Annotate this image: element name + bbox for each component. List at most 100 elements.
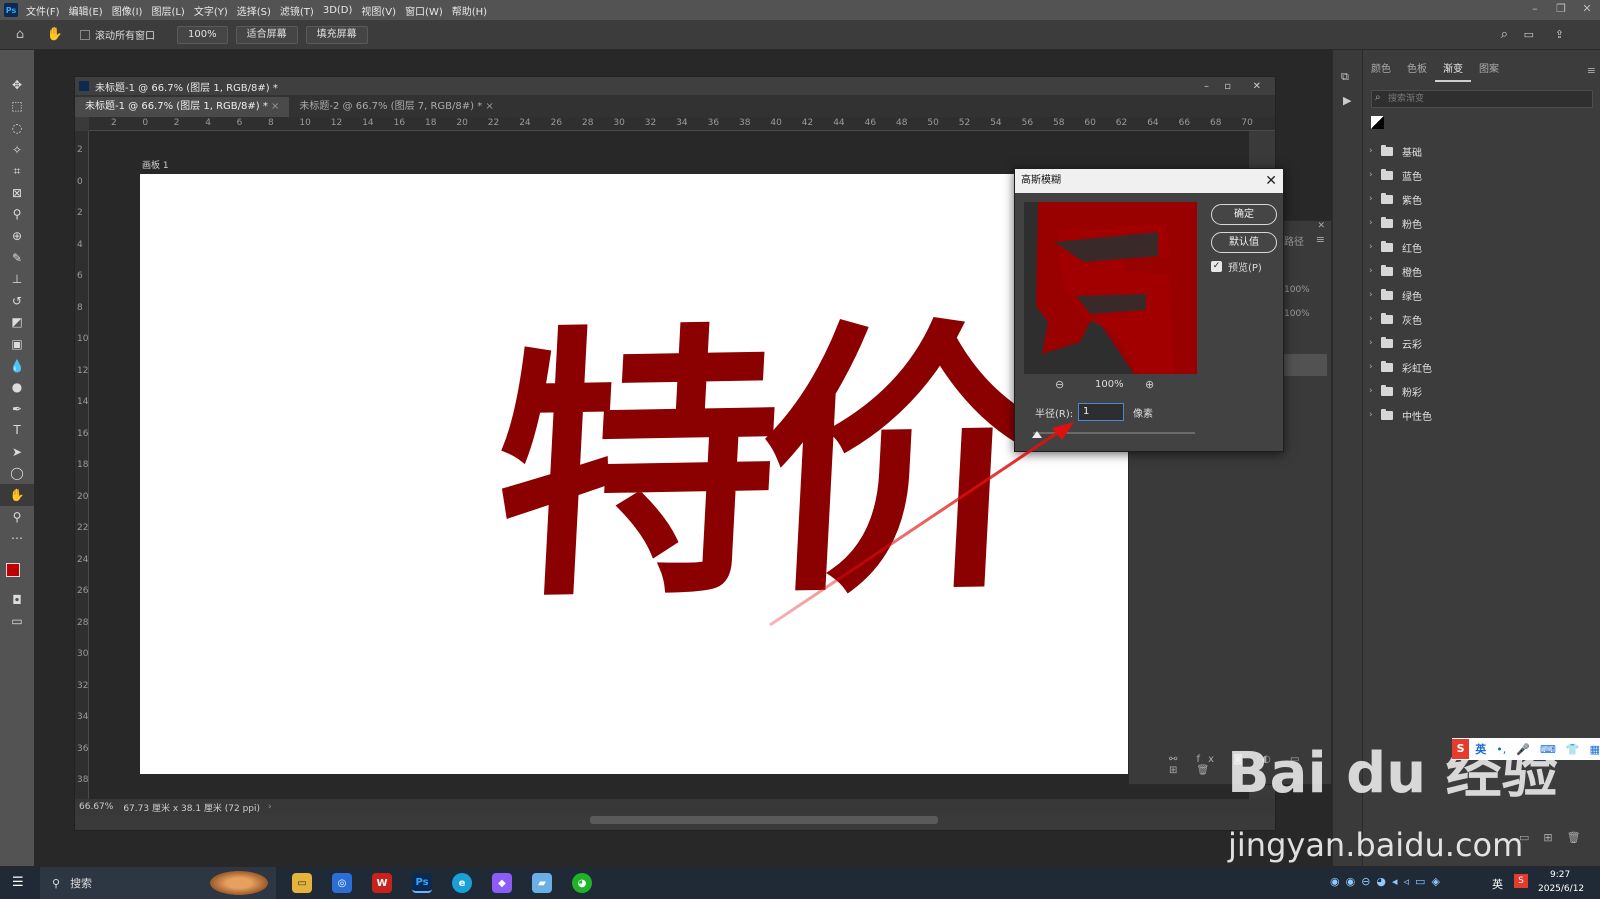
marquee-tool-icon[interactable]: ⬚ — [0, 96, 34, 118]
crop-tool-icon[interactable]: ⌗ — [0, 160, 34, 182]
menu-view[interactable]: 视图(V) — [361, 3, 396, 18]
tab-close-icon[interactable]: × — [271, 101, 279, 112]
blur-tool-icon[interactable]: 💧 — [0, 355, 34, 377]
tab-color[interactable]: 颜色 — [1363, 58, 1399, 82]
brush-tool-icon[interactable]: ✎ — [0, 247, 34, 269]
menu-layer[interactable]: 图层(L) — [151, 3, 184, 18]
taskbar-search[interactable]: ⚲ 搜索 — [40, 867, 276, 899]
artboard[interactable]: 特价 — [140, 174, 1129, 774]
punctuation-icon[interactable]: •, — [1496, 743, 1506, 756]
wechat-icon[interactable]: ◕ — [572, 873, 592, 893]
history-icon[interactable]: ⧉ — [1341, 70, 1349, 84]
folder-basics[interactable]: › 基础 — [1369, 140, 1422, 162]
default-button[interactable]: 默认值 — [1211, 232, 1277, 253]
magic-wand-icon[interactable]: ✧ — [0, 139, 34, 161]
wps-icon[interactable]: W — [372, 873, 392, 893]
workspace-icon[interactable]: ▭ — [1524, 28, 1534, 41]
folder-pinks[interactable]: › 粉色 — [1369, 212, 1422, 234]
radius-slider[interactable] — [1033, 432, 1195, 434]
fill-value[interactable]: 100% — [1284, 309, 1310, 319]
zoom-100-button[interactable]: 100% — [177, 25, 228, 44]
frame-tool-icon[interactable]: ⊠ — [0, 182, 34, 204]
close-icon[interactable]: ✕ — [1574, 0, 1600, 20]
ime-lang[interactable]: 英 — [1475, 741, 1486, 757]
folder-grays[interactable]: › 灰色 — [1369, 308, 1422, 330]
scroll-all-checkbox[interactable] — [80, 29, 90, 40]
blur-preview[interactable] — [1024, 202, 1197, 374]
dodge-tool-icon[interactable]: ● — [0, 376, 34, 398]
dialog-title[interactable]: 高斯模糊 — [1015, 169, 1283, 193]
menu-select[interactable]: 选择(S) — [237, 3, 271, 18]
home-icon[interactable]: ⌂ — [0, 27, 40, 42]
folder-greens[interactable]: › 绿色 — [1369, 284, 1422, 306]
folder-blues[interactable]: › 蓝色 — [1369, 164, 1422, 186]
menu-type[interactable]: 文字(Y) — [194, 3, 228, 18]
notes-icon[interactable]: ▰ — [532, 873, 552, 893]
gradient-search-input[interactable]: 搜索渐变 — [1371, 90, 1593, 108]
zoom-out-icon[interactable]: ⊖ — [1055, 378, 1064, 391]
ime-toolbar[interactable]: S 英 •, 🎤 ⌨ 👕 ▦ — [1452, 738, 1600, 760]
sogou-tray-icon[interactable]: S — [1514, 874, 1528, 888]
panel-close-icon[interactable]: ✕ — [1317, 221, 1325, 231]
hand-tool-active-icon[interactable]: ✋ — [0, 484, 34, 506]
folder-purples[interactable]: › 紫色 — [1369, 188, 1422, 210]
share-icon[interactable]: ⇪ — [1555, 28, 1564, 41]
horizontal-scrollbar[interactable] — [590, 816, 938, 824]
more-tools-icon[interactable]: ⋯ — [0, 527, 34, 549]
opacity-value[interactable]: 100% — [1284, 285, 1310, 295]
move-tool-icon[interactable]: ✥ — [0, 74, 34, 96]
healing-brush-icon[interactable]: ⊕ — [0, 225, 34, 247]
doc-minimize-icon[interactable]: – — [1204, 81, 1209, 92]
zoom-in-icon[interactable]: ⊕ — [1145, 378, 1154, 391]
preview-checkbox-row[interactable]: ✓ 预览(P) — [1211, 259, 1262, 274]
panel-menu-icon[interactable]: ≡ — [1587, 64, 1596, 77]
start-menu-icon[interactable]: ☰ — [12, 875, 24, 890]
zoom-tool-icon[interactable]: ⚲ — [0, 506, 34, 528]
microphone-icon[interactable]: 🎤 — [1516, 743, 1530, 756]
screen-mode-icon[interactable]: ▭ — [0, 611, 34, 633]
folder-neutrals[interactable]: › 中性色 — [1369, 404, 1432, 426]
folder-reds[interactable]: › 红色 — [1369, 236, 1422, 258]
menu-edit[interactable]: 编辑(E) — [69, 3, 103, 18]
radius-slider-handle[interactable] — [1032, 431, 1042, 438]
app-purple-icon[interactable]: ◆ — [492, 873, 512, 893]
tab-gradients[interactable]: 渐变 — [1435, 58, 1471, 82]
skin-icon[interactable]: 👕 — [1566, 743, 1580, 756]
ok-button[interactable]: 确定 — [1211, 204, 1277, 225]
menu-window[interactable]: 窗口(W) — [405, 3, 443, 18]
menu-filter[interactable]: 滤镜(T) — [280, 3, 314, 18]
pen-tool-icon[interactable]: ✒ — [0, 398, 34, 420]
actions-play-icon[interactable]: ▶ — [1343, 94, 1351, 107]
quick-mask-icon[interactable]: ◘ — [0, 589, 34, 611]
folder-clouds[interactable]: › 云彩 — [1369, 332, 1422, 354]
restore-icon[interactable]: ❐ — [1548, 0, 1574, 20]
toolbox-grid-icon[interactable]: ▦ — [1590, 743, 1600, 756]
tab-document-1[interactable]: 未标题-1 @ 66.7% (图层 1, RGB/8#) * × — [75, 97, 290, 117]
folder-rainbow[interactable]: › 彩虹色 — [1369, 356, 1432, 378]
eraser-tool-icon[interactable]: ◩ — [0, 312, 34, 334]
doc-maximize-icon[interactable]: ▫ — [1224, 81, 1231, 92]
tray-lang[interactable]: 英 — [1492, 876, 1503, 892]
type-tool-icon[interactable]: T — [0, 420, 34, 442]
fit-screen-button[interactable]: 适合屏幕 — [235, 25, 298, 44]
status-arrow-icon[interactable]: › — [268, 802, 272, 812]
panel-menu-icon[interactable]: ≡ — [1316, 233, 1325, 246]
tray-icons[interactable]: ◉◉⊖◕◂◃▭◈ — [1330, 875, 1446, 888]
foreground-color-swatch[interactable] — [6, 563, 20, 578]
keyboard-icon[interactable]: ⌨ — [1540, 743, 1556, 756]
paths-tab[interactable]: 路径 — [1284, 233, 1304, 248]
tab-document-2[interactable]: 未标题-2 @ 66.7% (图层 7, RGB/8#) * × — [289, 97, 503, 117]
eyedropper-icon[interactable]: ⚲ — [0, 204, 34, 226]
radius-input[interactable]: 1 — [1078, 403, 1124, 421]
history-brush-icon[interactable]: ↺ — [0, 290, 34, 312]
selected-layer-row[interactable] — [1279, 354, 1327, 376]
menu-3d[interactable]: 3D(D) — [323, 5, 353, 16]
tab-swatches[interactable]: 色板 — [1399, 58, 1435, 82]
file-explorer-icon[interactable]: ▭ — [292, 873, 312, 893]
stamp-tool-icon[interactable]: ⊥ — [0, 268, 34, 290]
edge-icon[interactable]: e — [452, 873, 472, 893]
minimize-icon[interactable]: – — [1522, 0, 1548, 20]
path-select-icon[interactable]: ➤ — [0, 441, 34, 463]
tab-close-icon[interactable]: × — [485, 101, 493, 112]
app-blue-icon[interactable]: ◎ — [332, 873, 352, 893]
